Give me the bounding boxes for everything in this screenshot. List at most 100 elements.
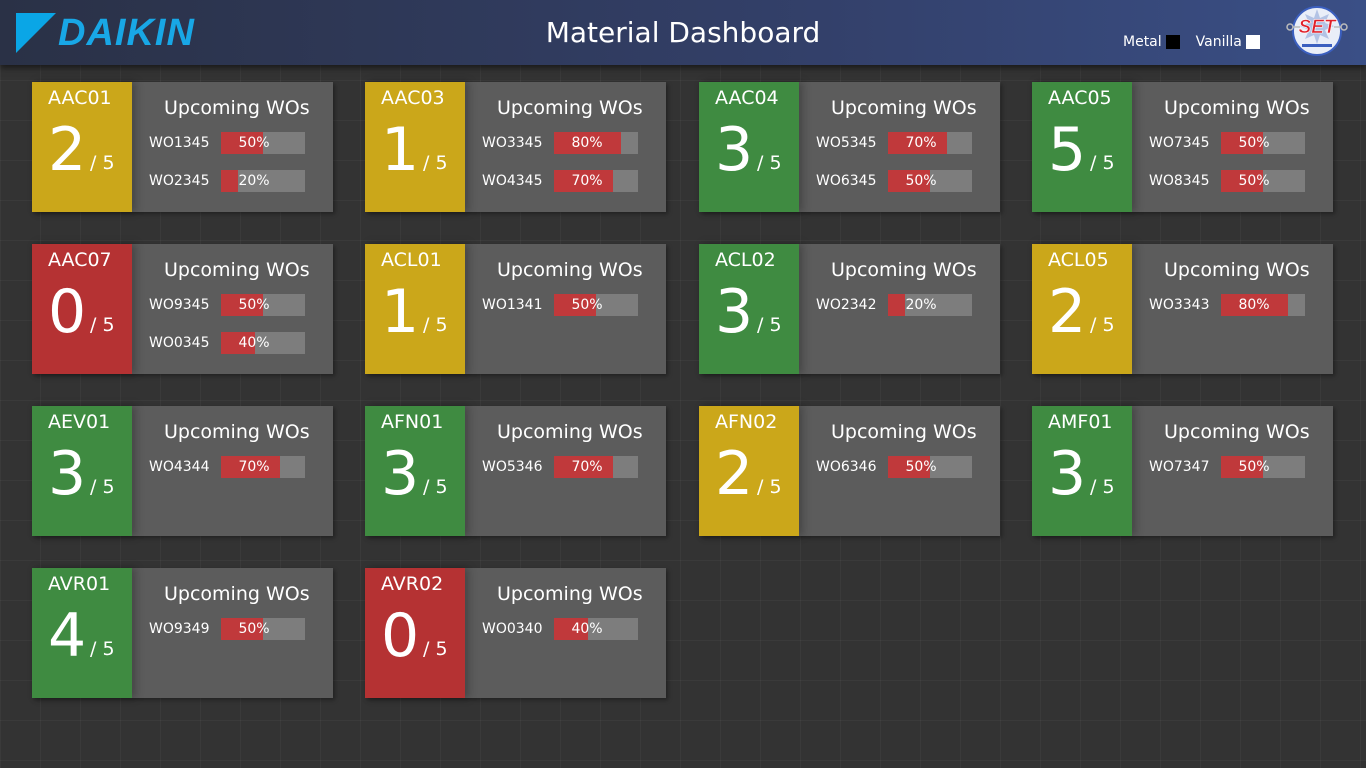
wo-progress-percent: 50% — [905, 459, 937, 475]
machine-card-aac01[interactable]: AAC01 2/ 5 Upcoming WOs WO1345 50% WO2345 20% — [32, 82, 333, 212]
machine-count: 0 — [48, 277, 87, 347]
machine-card-aev01[interactable]: AEV01 3/ 5 Upcoming WOs WO4344 70% — [32, 406, 333, 536]
wo-progress-percent: 20% — [905, 297, 937, 313]
wo-row: WO6346 50% — [816, 456, 972, 478]
wo-id: WO0345 — [149, 335, 210, 351]
wo-id: WO1345 — [149, 135, 210, 151]
machine-card-aac04[interactable]: AAC04 3/ 5 Upcoming WOs WO5345 70% WO6345 50% — [699, 82, 1000, 212]
wo-row: WO5345 70% — [816, 132, 972, 154]
machine-total: / 5 — [90, 638, 115, 660]
machine-name: AAC05 — [1048, 87, 1112, 109]
machine-card-aac05[interactable]: AAC05 5/ 5 Upcoming WOs WO7345 50% WO8345 50% — [1032, 82, 1333, 212]
wo-row: WO0345 40% — [149, 332, 305, 354]
wo-id: WO6346 — [816, 459, 877, 475]
machine-name: AMF01 — [1048, 411, 1113, 433]
wo-progress-percent: 50% — [1238, 459, 1270, 475]
machine-card-aac07[interactable]: AAC07 0/ 5 Upcoming WOs WO9345 50% WO0345 40% — [32, 244, 333, 374]
machine-name: AAC03 — [381, 87, 445, 109]
wo-row: WO1345 50% — [149, 132, 305, 154]
wo-progress-percent: 50% — [905, 173, 937, 189]
wo-progress-bar: 70% — [554, 170, 638, 192]
wo-id: WO1341 — [482, 297, 543, 313]
upcoming-wos-label: Upcoming WOs — [497, 97, 643, 119]
machine-name: AAC01 — [48, 87, 112, 109]
machine-name: AVR02 — [381, 573, 444, 595]
wo-progress-percent: 70% — [571, 459, 603, 475]
machine-card-acl02[interactable]: ACL02 3/ 5 Upcoming WOs WO2342 20% — [699, 244, 1000, 374]
wo-progress-percent: 50% — [238, 135, 270, 151]
machine-status-panel: ACL02 3/ 5 — [699, 244, 799, 374]
wo-row: WO4344 70% — [149, 456, 305, 478]
upcoming-wos-label: Upcoming WOs — [164, 97, 310, 119]
wo-progress-percent: 70% — [571, 173, 603, 189]
machine-name: AFN02 — [715, 411, 778, 433]
machine-total: / 5 — [1090, 314, 1115, 336]
machine-count: 2 — [1048, 277, 1087, 347]
wo-progress-bar: 80% — [554, 132, 638, 154]
wo-id: WO4344 — [149, 459, 210, 475]
wo-row: WO7345 50% — [1149, 132, 1305, 154]
wo-id: WO4345 — [482, 173, 543, 189]
upcoming-wos-label: Upcoming WOs — [164, 259, 310, 281]
wo-progress-percent: 70% — [238, 459, 270, 475]
wo-progress-bar: 20% — [221, 170, 305, 192]
machine-count: 4 — [48, 601, 87, 671]
machine-card-acl05[interactable]: ACL05 2/ 5 Upcoming WOs WO3343 80% — [1032, 244, 1333, 374]
machine-name: ACL05 — [1048, 249, 1109, 271]
wo-progress-percent: 50% — [238, 621, 270, 637]
wo-row: WO2342 20% — [816, 294, 972, 316]
machine-card-acl01[interactable]: ACL01 1/ 5 Upcoming WOs WO1341 50% — [365, 244, 666, 374]
machine-card-avr02[interactable]: AVR02 0/ 5 Upcoming WOs WO0340 40% — [365, 568, 666, 698]
wo-progress-percent: 50% — [1238, 135, 1270, 151]
upcoming-wos-label: Upcoming WOs — [831, 421, 977, 443]
upcoming-wos-label: Upcoming WOs — [1164, 421, 1310, 443]
wo-progress-bar: 70% — [888, 132, 972, 154]
wo-row: WO0340 40% — [482, 618, 638, 640]
machine-count: 2 — [715, 439, 754, 509]
wo-id: WO9349 — [149, 621, 210, 637]
wo-row: WO5346 70% — [482, 456, 638, 478]
set-logo-icon: SET — [1286, 6, 1348, 56]
wo-progress-bar: 40% — [221, 332, 305, 354]
machine-status-panel: AMF01 3/ 5 — [1032, 406, 1132, 536]
wo-progress-bar: 50% — [888, 456, 972, 478]
wo-progress-percent: 50% — [571, 297, 603, 313]
machine-card-afn02[interactable]: AFN02 2/ 5 Upcoming WOs WO6346 50% — [699, 406, 1000, 536]
wo-id: WO6345 — [816, 173, 877, 189]
wo-row: WO4345 70% — [482, 170, 638, 192]
wo-id: WO5345 — [816, 135, 877, 151]
machine-card-afn01[interactable]: AFN01 3/ 5 Upcoming WOs WO5346 70% — [365, 406, 666, 536]
machine-status-panel: AAC03 1/ 5 — [365, 82, 465, 212]
wo-id: WO5346 — [482, 459, 543, 475]
machine-count: 3 — [715, 115, 754, 185]
wo-progress-bar: 50% — [554, 294, 638, 316]
machine-count: 3 — [715, 277, 754, 347]
machine-name: AAC07 — [48, 249, 112, 271]
machine-count: 2 — [48, 115, 87, 185]
machine-status-panel: ACL01 1/ 5 — [365, 244, 465, 374]
machine-total: / 5 — [757, 476, 782, 498]
wo-progress-percent: 40% — [571, 621, 603, 637]
machine-status-panel: AEV01 3/ 5 — [32, 406, 132, 536]
wo-progress-bar: 70% — [221, 456, 305, 478]
machine-status-panel: AAC01 2/ 5 — [32, 82, 132, 212]
wo-progress-bar: 50% — [1221, 456, 1305, 478]
wo-row: WO1341 50% — [482, 294, 638, 316]
machine-status-panel: AAC07 0/ 5 — [32, 244, 132, 374]
machine-name: AAC04 — [715, 87, 779, 109]
wo-progress-bar: 20% — [888, 294, 972, 316]
machine-card-amf01[interactable]: AMF01 3/ 5 Upcoming WOs WO7347 50% — [1032, 406, 1333, 536]
upcoming-wos-label: Upcoming WOs — [164, 421, 310, 443]
machine-status-panel: AFN01 3/ 5 — [365, 406, 465, 536]
header-bar: DAIKIN Material Dashboard Metal Vanilla … — [0, 0, 1366, 65]
machine-total: / 5 — [1090, 152, 1115, 174]
machine-card-aac03[interactable]: AAC03 1/ 5 Upcoming WOs WO3345 80% WO4345 70% — [365, 82, 666, 212]
wo-progress-percent: 70% — [905, 135, 937, 151]
legend-label-metal: Metal — [1123, 34, 1162, 50]
machine-total: / 5 — [90, 476, 115, 498]
machine-total: / 5 — [423, 476, 448, 498]
wo-progress-bar: 50% — [221, 618, 305, 640]
wo-id: WO2342 — [816, 297, 877, 313]
machine-total: / 5 — [90, 152, 115, 174]
machine-card-avr01[interactable]: AVR01 4/ 5 Upcoming WOs WO9349 50% — [32, 568, 333, 698]
